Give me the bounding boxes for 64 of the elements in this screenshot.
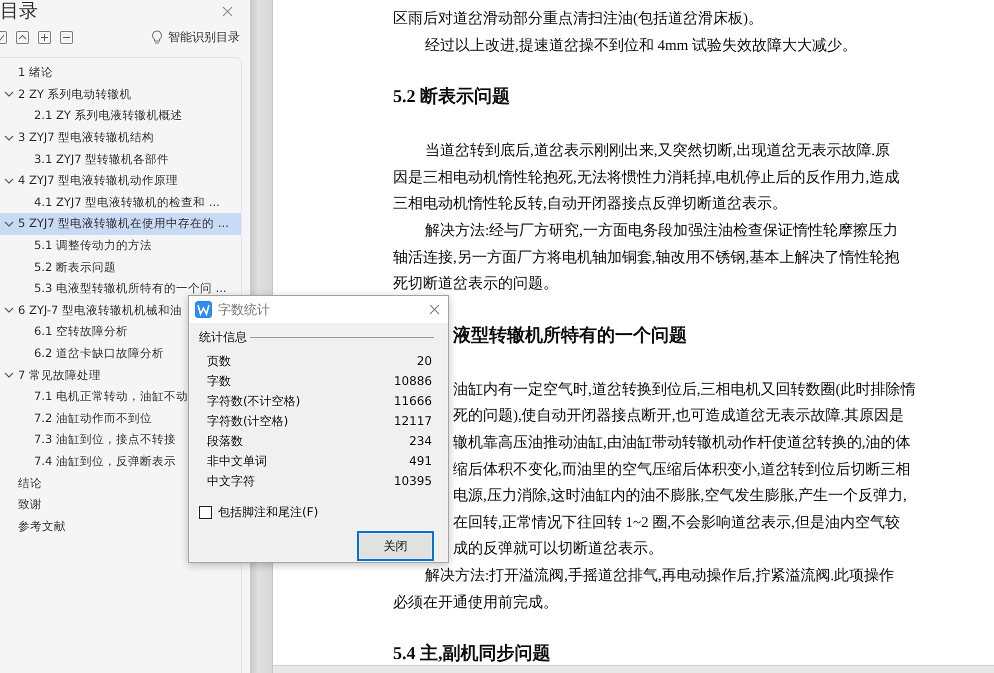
toc-item[interactable]: 3.1 ZYJ7 型转辙机各部件 — [0, 148, 241, 170]
close-button[interactable]: 关闭 — [357, 531, 434, 561]
toc-item[interactable]: 4.1 ZYJ7 型电液转辙机的检查和 ... — [0, 192, 241, 214]
plus-icon[interactable] — [38, 30, 51, 44]
section-heading: 液型转辙机所特有的一个问题 — [453, 324, 687, 347]
paragraph-line: 必须在开通使用前完成。 — [393, 593, 558, 612]
paragraph-line: 辙机靠高压油推动油缸,由油缸带动转辙机动作杆使道岔转换的,油的体 — [453, 433, 910, 453]
paragraph-line: 在回转,正常情况下往回转 1~2 圈,不会影响道岔表示,但是油内空气较 — [453, 514, 900, 533]
stat-label: 中文字符 — [207, 472, 255, 490]
toc-item[interactable]: 5.1 调整传动力的方法 — [0, 234, 241, 256]
toc-item[interactable]: 2.1 ZY 系列电液转辙机概述 — [0, 105, 241, 127]
chevron-down-icon[interactable] — [4, 132, 14, 143]
paragraph-line: 油缸内有一定空气时,道岔转换到位后,三相电机又回转数圈(此时排除惰 — [453, 380, 916, 400]
toc-item[interactable]: 5.2 断表示问题 — [0, 256, 241, 278]
stat-value: 10886 — [394, 374, 432, 388]
chevron-down-icon[interactable] — [4, 89, 14, 100]
group-label: 统计信息 — [199, 328, 247, 346]
smart-toc-button[interactable]: 智能识别目录 — [168, 28, 240, 46]
toc-item[interactable]: 2 ZY 系列电动转辙机 — [0, 84, 241, 106]
paragraph-line: 轴活连接,另一方面厂方将电机轴加铜套,轴改用不锈钢,基本上解决了惰性轮抱 — [393, 248, 900, 268]
paragraph-line: 经过以上改进,提速道岔操不到位和 4mm 试验失效故障大大减少。 — [424, 36, 858, 56]
toc-item[interactable]: 4 ZYJ7 型电液转辙机动作原理 — [0, 170, 241, 192]
dialog-title: 字数统计 — [218, 302, 270, 318]
stat-label: 字符数(不计空格) — [207, 392, 300, 410]
paragraph-line: 成的反弹就可以切断道岔表示。 — [453, 540, 663, 560]
section-heading: 5.2 断表示问题 — [393, 85, 510, 108]
stat-value: 10395 — [394, 474, 432, 488]
paragraph-line: 当道岔转到底后,道岔表示刚刚出来,又突然切断,出现道岔无表示故障.原 — [424, 141, 890, 162]
stat-label: 非中文单词 — [207, 452, 267, 470]
chevron-down-icon[interactable] — [4, 305, 14, 316]
paragraph-line: 死的问题),使自动开闭器接点断开,也可造成道岔无表示故障.其原因是 — [453, 406, 904, 426]
stat-label: 字数 — [207, 372, 231, 390]
lightbulb-icon[interactable] — [151, 30, 163, 44]
toc-item[interactable]: 5.3 电液型转辙机所特有的一个问 ... — [0, 278, 241, 300]
stat-value: 491 — [409, 454, 432, 468]
stat-label: 字符数(计空格) — [207, 412, 288, 430]
checkbox[interactable] — [199, 506, 212, 519]
paragraph-line: 死切断道岔表示的问题。 — [393, 274, 558, 294]
section-heading: 5.4 主,副机同步问题 — [393, 642, 550, 666]
stat-label: 页数 — [207, 352, 231, 370]
chevron-down-icon[interactable] — [4, 370, 14, 380]
minus-icon[interactable] — [60, 30, 73, 44]
toc-item[interactable]: 5 ZYJ7 型电液转辙机在使用中存在的 ... — [0, 213, 241, 235]
paragraph-line: 三相电动机惰性轮反转,自动开闭器接点反弹切断道岔表示。 — [393, 194, 787, 214]
paragraph-line: 因是三相电动机惰性轮抱死,无法将惯性力消耗掉,电机停止后的反作用力,造成 — [393, 168, 900, 188]
horizontal-scrollbar[interactable] — [273, 665, 994, 673]
stat-value: 234 — [409, 434, 432, 448]
stat-value: 11666 — [394, 394, 432, 408]
collapse-icon[interactable] — [16, 30, 29, 44]
chevron-down-icon[interactable] — [4, 176, 14, 186]
paragraph-line: 缩后体积不变化,而油里的空气压缩后体积变小,道岔转到位后切断三相 — [453, 460, 910, 480]
toc-item[interactable]: 1 绪论 — [0, 62, 241, 84]
stat-value: 12117 — [394, 414, 432, 428]
chevron-down-icon[interactable] — [4, 218, 14, 229]
app-logo-icon — [195, 301, 212, 318]
stat-label: 段落数 — [207, 432, 243, 450]
paragraph-line: 解决方法:打开溢流阀,手摇道岔排气,再电动操作后,拧紧溢流阀.此项操作 — [424, 566, 894, 586]
paragraph-line: 电源,压力消除,这时油缸内的油不膨胀,空气发生膨胀,产生一个反弹力, — [453, 486, 907, 506]
panel-title: 目录 — [0, 0, 38, 24]
checkbox-label[interactable]: 包括脚注和尾注(F) — [218, 504, 318, 521]
toc-item[interactable]: 3 ZYJ7 型电液转辙机结构 — [0, 126, 241, 148]
paragraph-line: 解决方法:经与厂方研究,一方面电务段加强注油检查保证惰性轮摩擦压力 — [424, 221, 898, 241]
stat-value: 20 — [416, 354, 432, 368]
paragraph-line: 区雨后对道岔滑动部分重点清扫注油(包括道岔滑床板)。 — [393, 10, 763, 29]
